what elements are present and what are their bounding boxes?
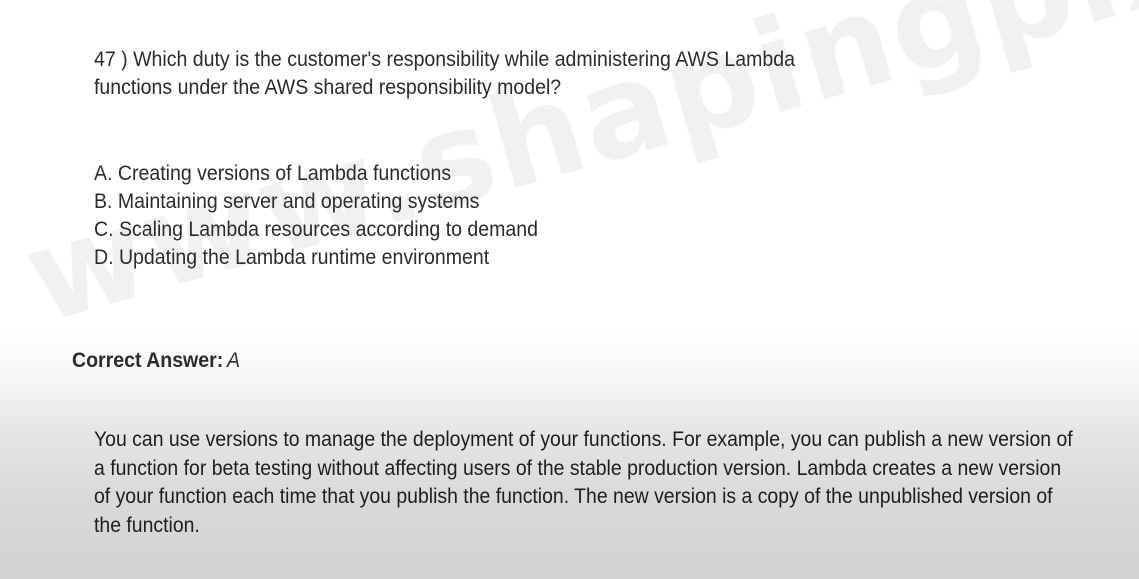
correct-answer-label: Correct Answer:	[72, 349, 224, 372]
option-c: C. Scaling Lambda resources according to…	[94, 218, 539, 241]
option-b: B. Maintaining server and operating syst…	[94, 190, 480, 213]
answer-options-list: A. Creating versions of Lambda functions…	[94, 160, 538, 272]
option-a: A. Creating versions of Lambda functions	[94, 162, 452, 185]
correct-answer-value: A	[226, 349, 240, 372]
question-text: 47 ) Which duty is the customer's respon…	[94, 48, 795, 99]
option-d: D. Updating the Lambda runtime environme…	[94, 246, 490, 269]
explanation-text: You can use versions to manage the deplo…	[94, 428, 1073, 537]
correct-answer: Correct Answer: A	[72, 347, 240, 375]
